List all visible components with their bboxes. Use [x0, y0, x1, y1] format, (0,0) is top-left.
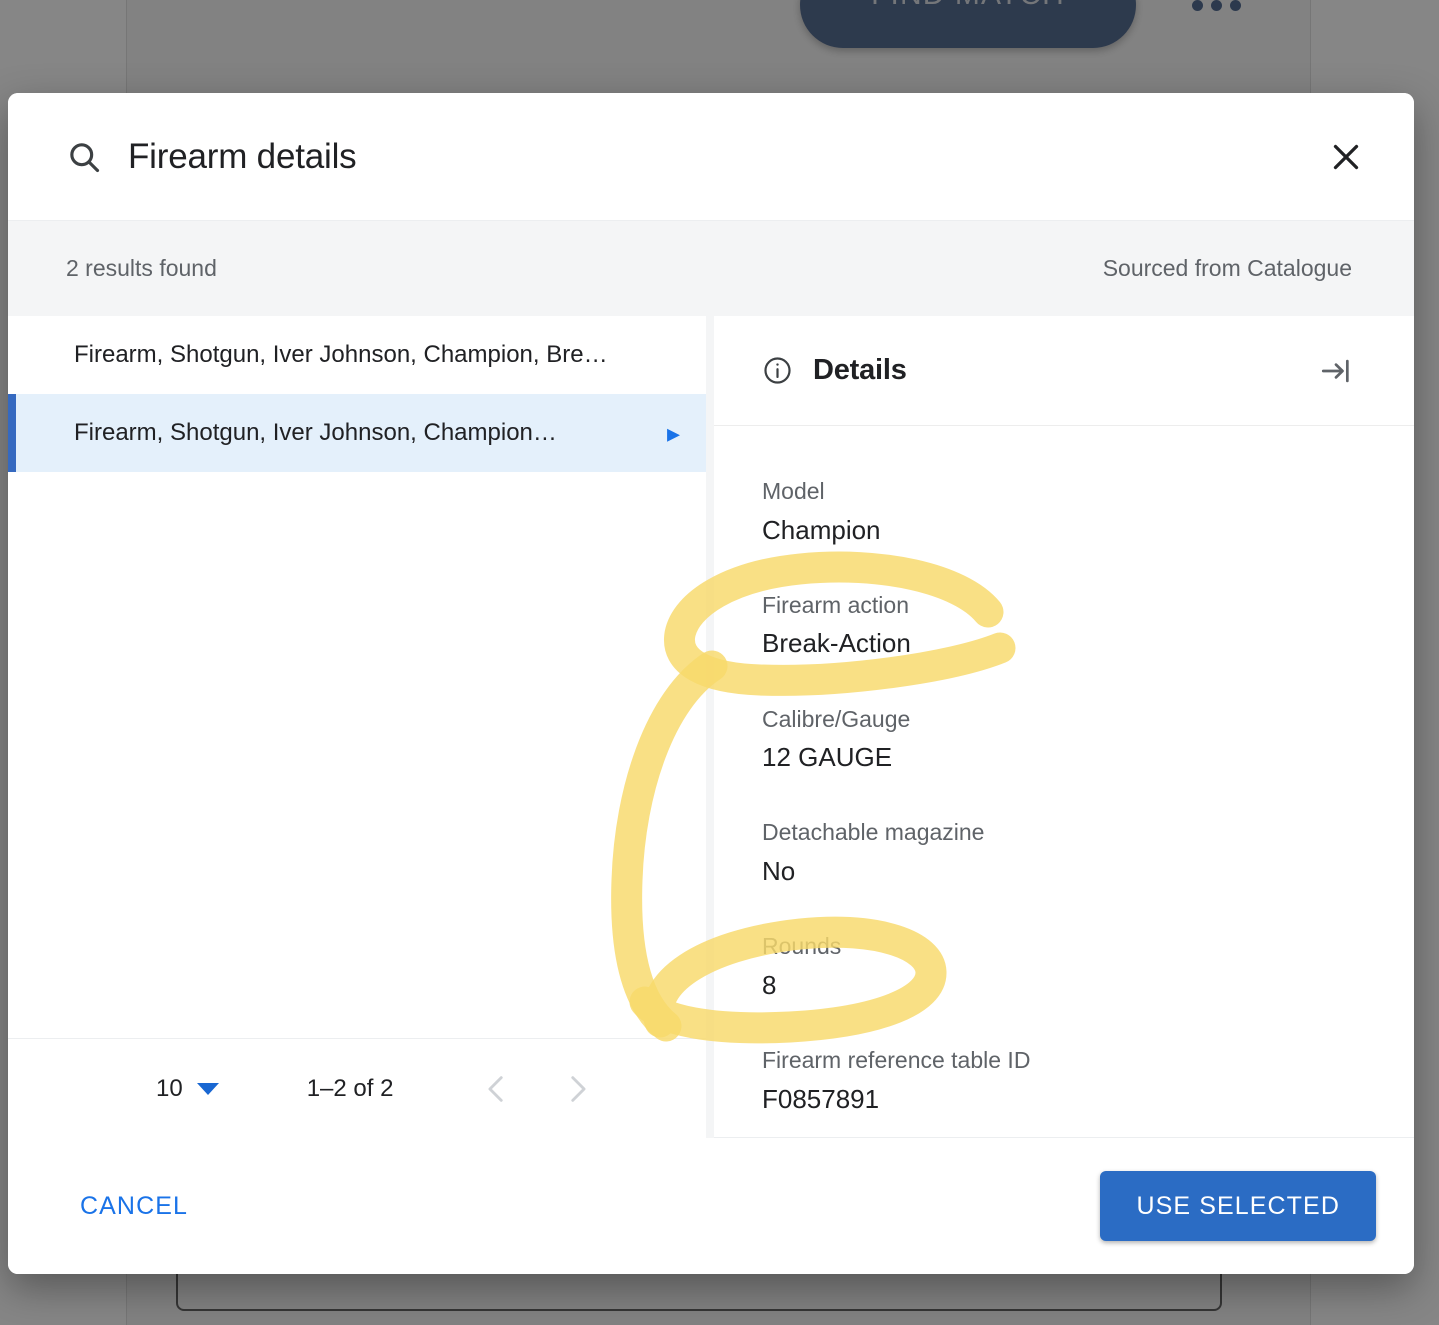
use-selected-button[interactable]: USE SELECTED [1100, 1171, 1376, 1241]
chevron-right-icon[interactable] [549, 1061, 605, 1117]
source-label: Sourced from Catalogue [1102, 255, 1352, 281]
results-list: Firearm, Shotgun, Iver Johnson, Champion… [8, 316, 706, 1038]
detail-field-calibre-gauge: Calibre/Gauge 12 GAUGE [762, 706, 1358, 774]
detail-field-model: Model Champion [762, 478, 1358, 546]
detail-label: Model [762, 478, 825, 504]
page-size-value: 10 [156, 1074, 183, 1102]
results-column: Firearm, Shotgun, Iver Johnson, Champion… [8, 316, 714, 1138]
details-title: Details [813, 354, 907, 386]
dialog-header: Firearm details [8, 93, 1414, 220]
detail-label: Calibre/Gauge [762, 705, 911, 732]
detail-label: Rounds [762, 933, 842, 960]
chevron-right-icon: ▸ [666, 418, 680, 448]
detail-value: 8 [762, 969, 777, 1000]
detail-value: Champion [762, 514, 881, 545]
firearm-details-dialog: Firearm details 2 results found Sourced … [8, 93, 1414, 1274]
dialog-footer: CANCEL USE SELECTED [8, 1138, 1414, 1274]
info-circle-icon [762, 355, 793, 386]
detail-field-firearm-action: Firearm action Break-Action [762, 592, 1358, 660]
detail-field-detachable-magazine: Detachable magazine No [762, 819, 1358, 887]
chevron-down-icon [196, 1082, 219, 1095]
detail-value: F0857891 [762, 1083, 880, 1114]
collapse-right-icon[interactable] [1314, 349, 1358, 393]
results-count-label: 2 results found [66, 255, 217, 281]
detail-field-reference-table-id: Firearm reference table ID F0857891 [762, 1047, 1358, 1115]
detail-label: Detachable magazine [762, 819, 985, 846]
list-item-label: Firearm, Shotgun, Iver Johnson, Champion… [74, 419, 557, 446]
detail-field-rounds: Rounds 8 [762, 933, 1358, 1001]
dialog-subheader: 2 results found Sourced from Catalogue [8, 220, 1414, 316]
close-icon[interactable] [1322, 133, 1370, 181]
list-item-label: Firearm, Shotgun, Iver Johnson, Champion… [74, 341, 608, 368]
details-fields: Model Champion Firearm action Break-Acti… [714, 426, 1414, 1138]
detail-value: No [762, 855, 796, 886]
detail-value: 12 GAUGE [762, 742, 893, 773]
list-item[interactable]: Firearm, Shotgun, Iver Johnson, Champion… [8, 394, 706, 472]
chevron-left-icon[interactable] [469, 1061, 525, 1117]
detail-value: Break-Action [762, 628, 911, 659]
details-column: Details Model Champion Firearm action Br… [714, 316, 1414, 1138]
paginator: 10 1–2 of 2 [8, 1038, 706, 1138]
details-header: Details [714, 316, 1414, 426]
detail-label: Firearm action [762, 591, 909, 618]
dialog-body: Firearm, Shotgun, Iver Johnson, Champion… [8, 316, 1414, 1138]
list-item[interactable]: Firearm, Shotgun, Iver Johnson, Champion… [8, 316, 706, 394]
page-range-label: 1–2 of 2 [306, 1074, 394, 1102]
cancel-button[interactable]: CANCEL [72, 1182, 196, 1231]
detail-label: Firearm reference table ID [762, 1046, 1031, 1073]
search-icon [66, 139, 102, 175]
dialog-title: Firearm details [128, 136, 357, 176]
page-size-select[interactable]: 10 [156, 1075, 219, 1103]
